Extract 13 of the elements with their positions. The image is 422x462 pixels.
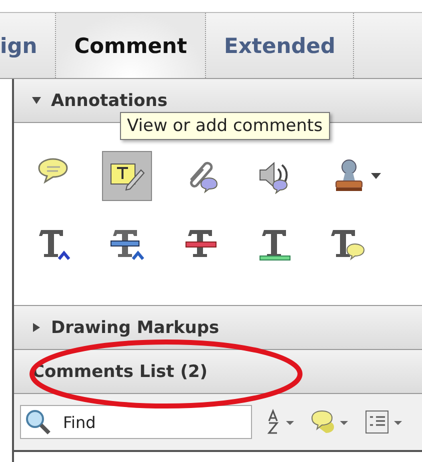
tool-button[interactable] xyxy=(102,151,152,201)
list-options-icon[interactable] xyxy=(364,409,404,435)
section-title: Drawing Markups xyxy=(51,318,220,338)
tooltip: View or add comments xyxy=(120,112,330,140)
caret-icon[interactable] xyxy=(371,173,381,179)
search-field[interactable]: Find xyxy=(20,405,252,439)
section-header[interactable]: Drawing Markups xyxy=(14,306,422,350)
tab[interactable]: Comment xyxy=(56,13,206,78)
tab[interactable]: Extended xyxy=(206,13,354,78)
sort-icon[interactable] xyxy=(266,409,296,435)
search-icon xyxy=(25,409,51,435)
comment-filter-icon[interactable] xyxy=(310,409,350,435)
section-title: Annotations xyxy=(51,90,168,110)
